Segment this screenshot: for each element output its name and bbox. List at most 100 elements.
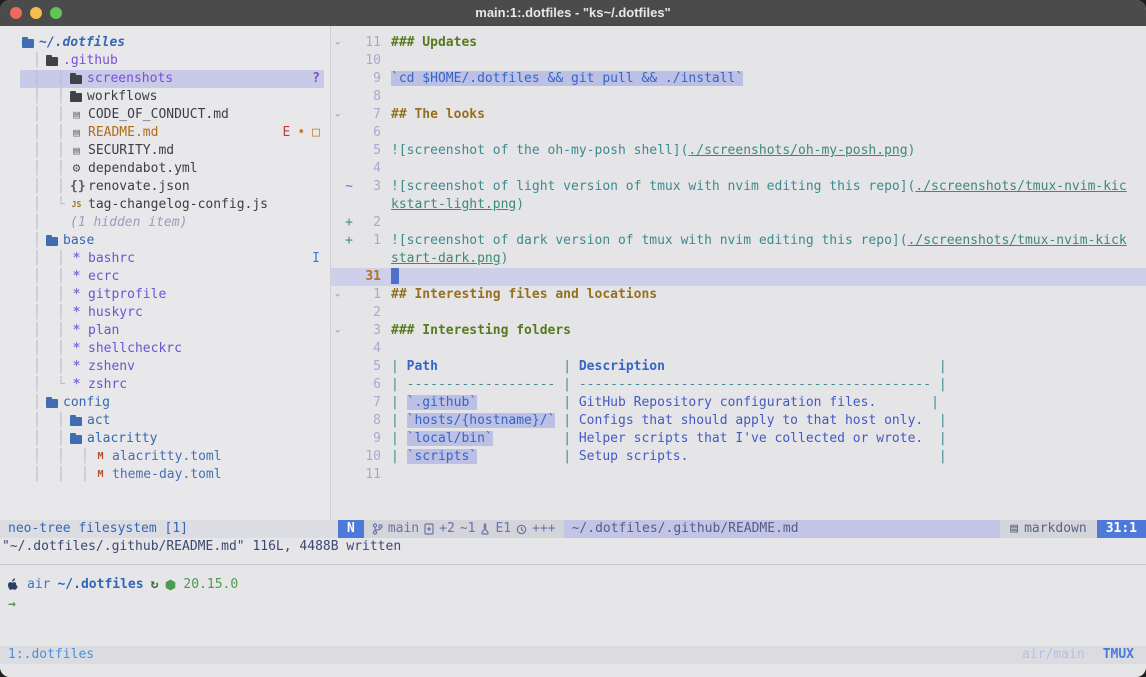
- filetype-segment: ▤markdown: [1000, 520, 1096, 538]
- tree-indent-guide: │: [33, 304, 41, 322]
- token-cell: Helper scripts that I've collected or wr…: [579, 431, 923, 446]
- line-number: 6: [355, 376, 381, 394]
- tree-item-act[interactable]: ││act: [0, 412, 330, 430]
- editor-line[interactable]: 4: [331, 160, 1146, 178]
- tree-item-theme-day.toml[interactable]: │││Mtheme-day.toml: [0, 466, 330, 484]
- editor-line[interactable]: +1![screenshot of dark version of tmux w…: [331, 232, 1146, 250]
- editor-line[interactable]: ›7## The looks: [331, 106, 1146, 124]
- tree-item-.github[interactable]: │.github: [0, 52, 330, 70]
- asterisk-file-icon: *: [70, 268, 83, 286]
- editor-line[interactable]: 5| Path | Description |: [331, 358, 1146, 376]
- tree-indent-guide: │: [57, 466, 65, 484]
- editor-buffer[interactable]: ›11### Updates109`cd $HOME/.dotfiles && …: [331, 26, 1146, 520]
- editor-line[interactable]: 10: [331, 52, 1146, 70]
- token-pipe: |: [939, 431, 947, 446]
- fold-column[interactable]: ›: [331, 106, 343, 124]
- statusline-filepath: ~/.dotfiles/.github/README.md: [564, 520, 1001, 538]
- editor-line[interactable]: 11: [331, 466, 1146, 484]
- tree-item-main: Mtheme-day.toml: [94, 466, 222, 484]
- editor-line[interactable]: ›11### Updates: [331, 34, 1146, 52]
- shell-pane[interactable]: air ~/.dotfiles ↻ 20.15.0 →: [0, 565, 1146, 646]
- line-number: 11: [355, 466, 381, 484]
- editor-line[interactable]: ›1## Interesting files and locations: [331, 286, 1146, 304]
- status-marker: E: [283, 124, 291, 142]
- toml-icon: M: [94, 448, 107, 466]
- tree-item-dependabot.yml[interactable]: ││⚙dependabot.yml: [0, 160, 330, 178]
- tree-item-alacritty.toml[interactable]: │││Malacritty.toml: [0, 448, 330, 466]
- editor-line[interactable]: 8: [331, 88, 1146, 106]
- editor-line[interactable]: 10| `scripts` | Setup scripts. |: [331, 448, 1146, 466]
- token-h2: ## The looks: [391, 107, 485, 122]
- token-h3: ### Interesting folders: [391, 323, 571, 338]
- editor-line[interactable]: ›3### Interesting folders: [331, 322, 1146, 340]
- editor-line[interactable]: 2: [331, 304, 1146, 322]
- tree-item-gitprofile[interactable]: ││*gitprofile: [0, 286, 330, 304]
- fold-column: [331, 52, 343, 70]
- tree-item-main: alacritty: [70, 430, 157, 448]
- tree-indent-guide: │: [57, 70, 65, 88]
- tmux-window-tab[interactable]: 1:.dotfiles: [8, 646, 94, 664]
- tree-indent-guide: │: [33, 376, 41, 394]
- tree-item-code-of-conduct.md[interactable]: ││▤CODE_OF_CONDUCT.md: [0, 106, 330, 124]
- editor-line[interactable]: 5![screenshot of the oh-my-posh shell](.…: [331, 142, 1146, 160]
- json-braces-icon: {}: [70, 178, 83, 196]
- editor-line[interactable]: ~3![screenshot of light version of tmux …: [331, 178, 1146, 196]
- git-added-count: +2: [439, 520, 455, 538]
- tree-item-shellcheckrc[interactable]: ││*shellcheckrc: [0, 340, 330, 358]
- tree-item-bashrc[interactable]: ││*bashrcI: [0, 250, 330, 268]
- editor-cursor-line[interactable]: 31: [331, 268, 1146, 286]
- editor-line[interactable]: 6: [331, 124, 1146, 142]
- editor-line[interactable]: 9| `local/bin` | Helper scripts that I'v…: [331, 430, 1146, 448]
- git-sign-add: +: [343, 232, 355, 250]
- token-link: ./screenshots/oh-my-posh.png: [688, 143, 907, 158]
- token-pl: [923, 413, 939, 428]
- tmux-pane-separator[interactable]: [0, 556, 1146, 565]
- fold-column[interactable]: ›: [331, 286, 343, 304]
- tree-item-label: shellcheckrc: [88, 340, 182, 358]
- line-text: [381, 268, 1146, 286]
- tree-item-ecrc[interactable]: ││*ecrc: [0, 268, 330, 286]
- fold-column[interactable]: ›: [331, 34, 343, 52]
- tree-item-status-markers: I: [312, 250, 320, 268]
- fold-column[interactable]: ›: [331, 322, 343, 340]
- tree-item-label: ecrc: [88, 268, 119, 286]
- tree-item-label: .github: [63, 52, 118, 70]
- tree-item-alacritty[interactable]: ││alacritty: [0, 430, 330, 448]
- tree-item--.dotfiles[interactable]: ~/.dotfiles: [0, 34, 330, 52]
- tree-item-label: zshrc: [88, 376, 127, 394]
- cwd-path: ~/.dotfiles: [57, 576, 143, 594]
- tmux-session-name: air/main: [1022, 646, 1085, 664]
- tree-item-zshenv[interactable]: ││*zshenv: [0, 358, 330, 376]
- tree-indent-guide: │: [33, 394, 41, 412]
- token-th: Path: [407, 359, 438, 374]
- folder-icon: [70, 93, 82, 102]
- tree-item-label: theme-day.toml: [112, 466, 222, 484]
- tree-item-config[interactable]: │config: [0, 394, 330, 412]
- tree-item-readme.md[interactable]: ││▤README.mdE•□: [0, 124, 330, 142]
- tree-item-screenshots[interactable]: ││screenshots?: [0, 70, 330, 88]
- tree-item-plan[interactable]: ││*plan: [0, 322, 330, 340]
- editor-line[interactable]: +2: [331, 214, 1146, 232]
- editor-line[interactable]: 6| ------------------- | ---------------…: [331, 376, 1146, 394]
- tree-item-renovate.json[interactable]: ││{}renovate.json: [0, 178, 330, 196]
- shell-input-line[interactable]: →: [8, 595, 1146, 615]
- tree-item-workflows[interactable]: ││workflows: [0, 88, 330, 106]
- tree-item-security.md[interactable]: ││▤SECURITY.md: [0, 142, 330, 160]
- editor-line[interactable]: 8| `hosts/{hostname}/` | Configs that sh…: [331, 412, 1146, 430]
- tree-item-tag-changelog-config.js[interactable]: │└JStag-changelog-config.js: [0, 196, 330, 214]
- editor-line[interactable]: kstart-light.png): [331, 196, 1146, 214]
- tree-item--1-hidden-item-[interactable]: │(1 hidden item): [0, 214, 330, 232]
- editor-line[interactable]: 4: [331, 340, 1146, 358]
- line-text: | ------------------- | ----------------…: [381, 376, 1146, 394]
- tree-item-zshrc[interactable]: │└*zshrc: [0, 376, 330, 394]
- tree-indent-guide: │: [57, 286, 65, 304]
- tree-item-base[interactable]: │base: [0, 232, 330, 250]
- tree-item-main: {}renovate.json: [70, 178, 190, 196]
- tree-item-huskyrc[interactable]: ││*huskyrc: [0, 304, 330, 322]
- editor-line[interactable]: 9`cd $HOME/.dotfiles && git pull && ./in…: [331, 70, 1146, 88]
- token-pipe: |: [391, 359, 407, 374]
- editor-line[interactable]: 7| `.github` | GitHub Repository configu…: [331, 394, 1146, 412]
- tree-item-status-markers: ?: [312, 70, 320, 88]
- sign-column: [343, 70, 355, 88]
- editor-line[interactable]: start-dark.png): [331, 250, 1146, 268]
